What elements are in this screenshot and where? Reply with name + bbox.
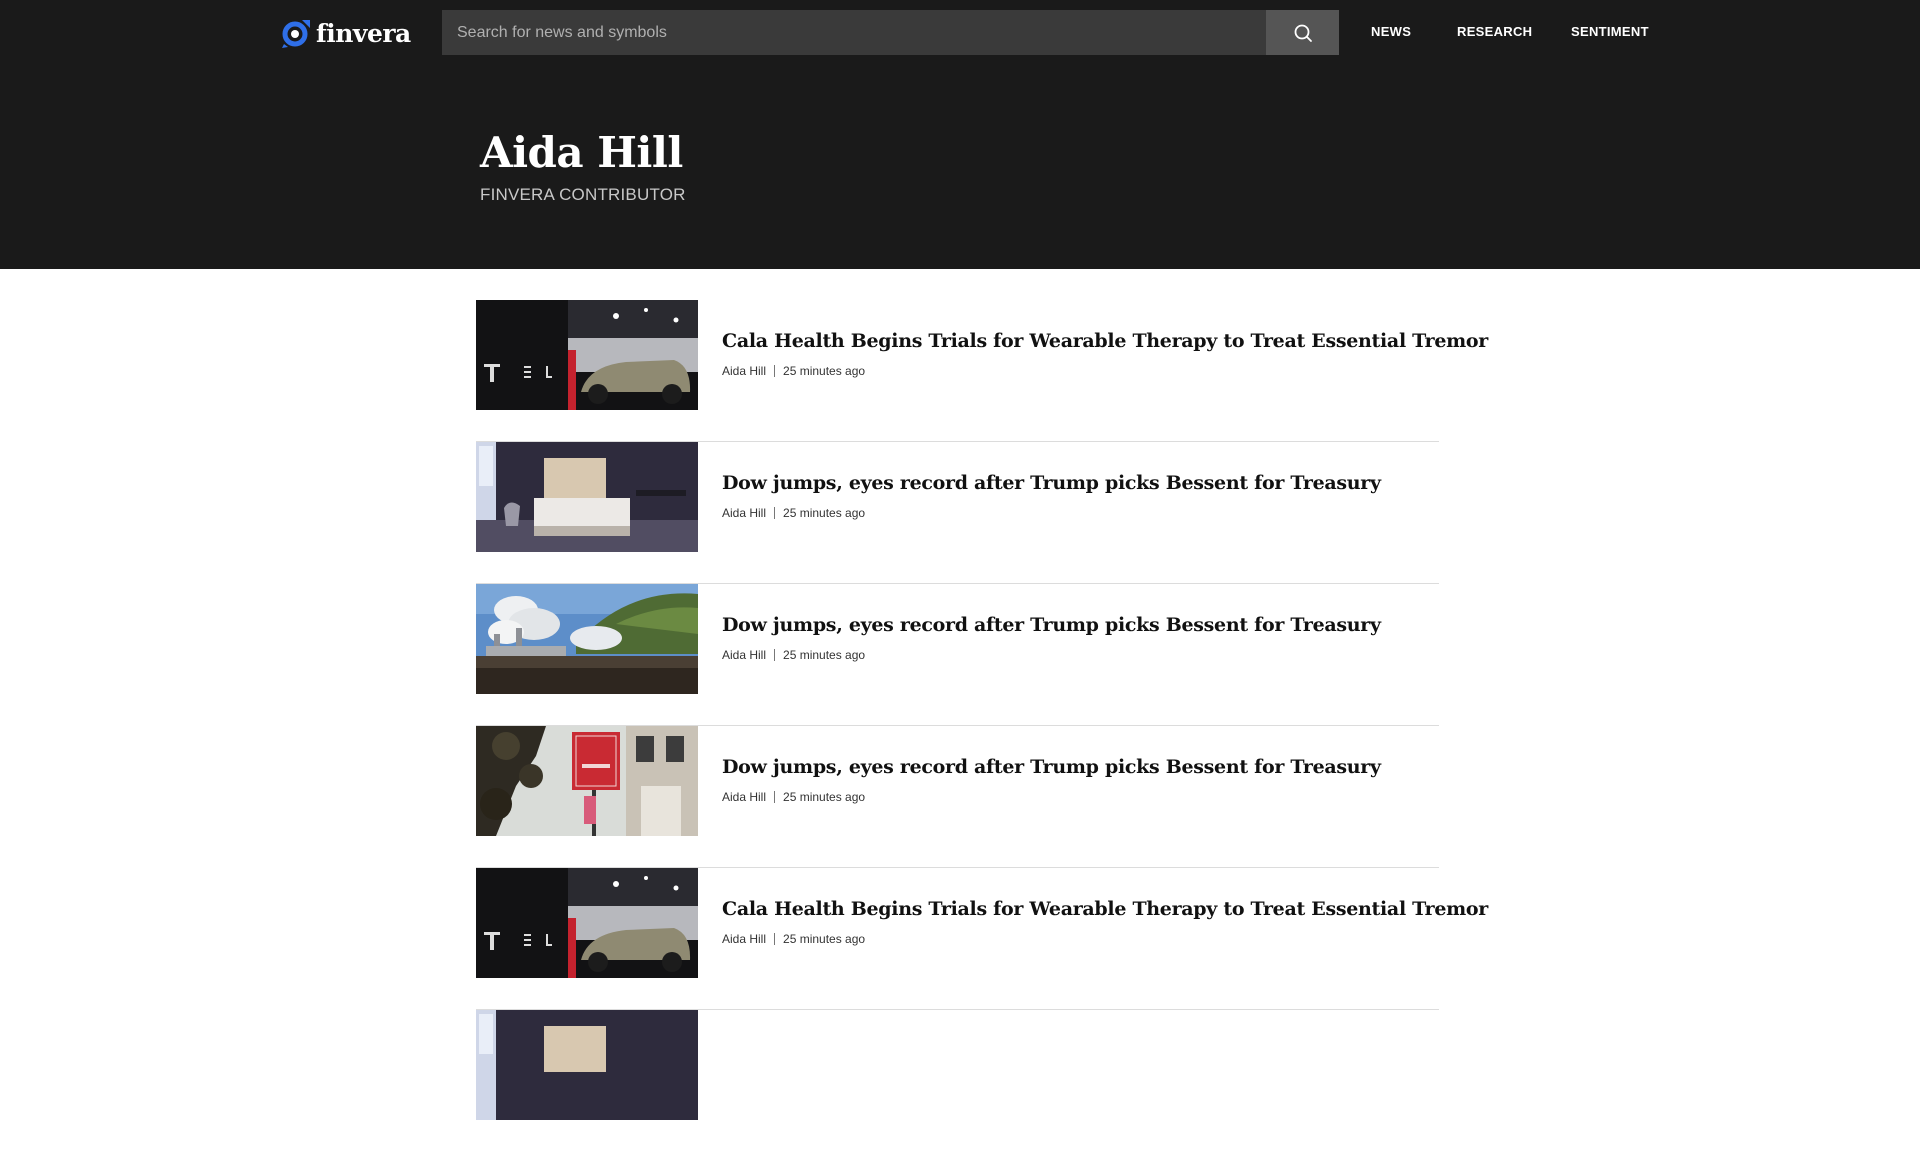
bedroom-image xyxy=(476,442,698,552)
article-item[interactable]: Cala Health Begins Trials for Wearable T… xyxy=(476,868,1488,1010)
article-item[interactable]: Dow jumps, eyes record after Trump picks… xyxy=(476,584,1439,726)
car-showroom-image xyxy=(476,300,698,410)
article-meta: Aida Hill 25 minutes ago xyxy=(722,932,865,946)
article-time: 25 minutes ago xyxy=(783,506,866,520)
article-thumbnail[interactable] xyxy=(476,1010,698,1120)
meta-divider xyxy=(774,507,776,519)
article-meta: Aida Hill 25 minutes ago xyxy=(722,648,865,662)
article-item[interactable]: Dow jumps, eyes record after Trump picks… xyxy=(476,442,1439,584)
article-thumbnail[interactable] xyxy=(476,584,698,694)
meta-divider xyxy=(774,365,776,377)
article-list: Cala Health Begins Trials for Wearable T… xyxy=(476,300,1488,1152)
article-title[interactable]: Cala Health Begins Trials for Wearable T… xyxy=(722,898,1488,920)
search-button[interactable] xyxy=(1266,10,1339,55)
article-time: 25 minutes ago xyxy=(783,364,866,378)
article-thumbnail[interactable] xyxy=(476,868,698,978)
article-item[interactable]: Dow jumps, eyes record after Trump picks… xyxy=(476,726,1439,868)
logo[interactable]: finvera xyxy=(280,16,411,50)
article-title[interactable]: Cala Health Begins Trials for Wearable T… xyxy=(722,330,1488,352)
article-author[interactable]: Aida Hill xyxy=(722,506,766,520)
article-meta: Aida Hill 25 minutes ago xyxy=(722,364,865,378)
article-item[interactable] xyxy=(476,1010,1439,1152)
bedroom-image xyxy=(476,1010,698,1120)
author-role: FINVERA CONTRIBUTOR xyxy=(480,185,686,204)
article-meta: Aida Hill 25 minutes ago xyxy=(722,506,865,520)
site-header: finvera NEWS RESEARCH SENTIMENT Aida Hil… xyxy=(0,0,1920,269)
article-author[interactable]: Aida Hill xyxy=(722,648,766,662)
search-bar xyxy=(442,10,1339,55)
article-time: 25 minutes ago xyxy=(783,790,866,804)
search-icon xyxy=(1294,24,1312,42)
article-thumbnail[interactable] xyxy=(476,726,698,836)
article-time: 25 minutes ago xyxy=(783,932,866,946)
article-author[interactable]: Aida Hill xyxy=(722,790,766,804)
article-title[interactable]: Dow jumps, eyes record after Trump picks… xyxy=(722,756,1381,778)
article-author[interactable]: Aida Hill xyxy=(722,364,766,378)
article-thumbnail[interactable] xyxy=(476,300,698,410)
author-name: Aida Hill xyxy=(480,128,683,177)
article-item[interactable]: Cala Health Begins Trials for Wearable T… xyxy=(476,300,1488,442)
brand-name: finvera xyxy=(316,18,411,48)
article-thumbnail[interactable] xyxy=(476,442,698,552)
geothermal-plant-image xyxy=(476,584,698,694)
nav-news[interactable]: NEWS xyxy=(1371,24,1411,39)
article-title[interactable]: Dow jumps, eyes record after Trump picks… xyxy=(722,472,1381,494)
meta-divider xyxy=(774,933,776,945)
article-title[interactable]: Dow jumps, eyes record after Trump picks… xyxy=(722,614,1381,636)
meta-divider xyxy=(774,791,776,803)
search-input[interactable] xyxy=(442,10,1266,55)
finvera-logo-icon xyxy=(282,20,310,48)
bank-sign-image xyxy=(476,726,698,836)
article-time: 25 minutes ago xyxy=(783,648,866,662)
nav-research[interactable]: RESEARCH xyxy=(1457,24,1532,39)
nav-sentiment[interactable]: SENTIMENT xyxy=(1571,24,1649,39)
car-showroom-image xyxy=(476,868,698,978)
meta-divider xyxy=(774,649,776,661)
article-meta: Aida Hill 25 minutes ago xyxy=(722,790,865,804)
article-author[interactable]: Aida Hill xyxy=(722,932,766,946)
